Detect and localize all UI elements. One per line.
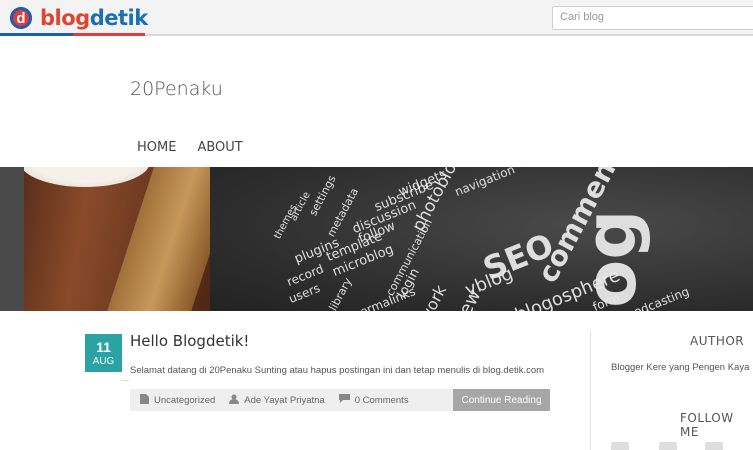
post-author-link[interactable]: Ade Yayat Priyatna xyxy=(244,395,324,406)
site-title[interactable]: 20Penaku xyxy=(130,78,223,100)
comment-icon xyxy=(338,394,350,406)
post-title[interactable]: Hello Blogdetik! xyxy=(130,332,249,350)
googleplus-icon[interactable] xyxy=(705,442,723,450)
continue-reading-button[interactable]: Continue Reading xyxy=(453,389,550,411)
post-comments-link[interactable]: 0 Comments xyxy=(355,395,409,406)
sidebar-follow-heading: FOLLOW ME xyxy=(680,411,734,439)
post-date-day: 11 xyxy=(96,339,111,355)
logo-text-blog: blog xyxy=(40,6,90,30)
main-nav: HOME ABOUT xyxy=(137,140,243,155)
logo-text-detik: detik xyxy=(89,6,148,30)
nav-about[interactable]: ABOUT xyxy=(197,140,242,155)
logo-d-icon: d xyxy=(10,7,32,29)
post-date-badge: 11 AUG xyxy=(85,334,122,372)
user-icon xyxy=(229,394,240,407)
post-meta-bar: Uncategorized Ade Yayat Priyatna 0 Comme… xyxy=(130,389,550,411)
sidebar-author-bio: Blogger Kere yang Pengen Kaya xyxy=(611,362,750,373)
facebook-icon[interactable] xyxy=(611,442,629,450)
logo-stripe xyxy=(0,33,145,36)
twitter-icon[interactable] xyxy=(659,442,677,450)
nav-home[interactable]: HOME xyxy=(137,140,176,155)
folder-icon xyxy=(140,393,149,407)
sidebar-author-heading: AUTHOR xyxy=(690,334,745,348)
post-excerpt: Selamat datang di 20Penaku Sunting atau … xyxy=(130,365,545,376)
post-date-month: AUG xyxy=(92,356,115,367)
post-category-link[interactable]: Uncategorized xyxy=(154,395,215,406)
blogdetik-logo[interactable]: d blogdetik xyxy=(10,6,148,30)
search-input[interactable]: Cari blog xyxy=(552,6,753,30)
topbar: d blogdetik Cari blog xyxy=(0,0,753,36)
header-banner-image: themes article settings metadata subscribe di… xyxy=(0,167,753,311)
